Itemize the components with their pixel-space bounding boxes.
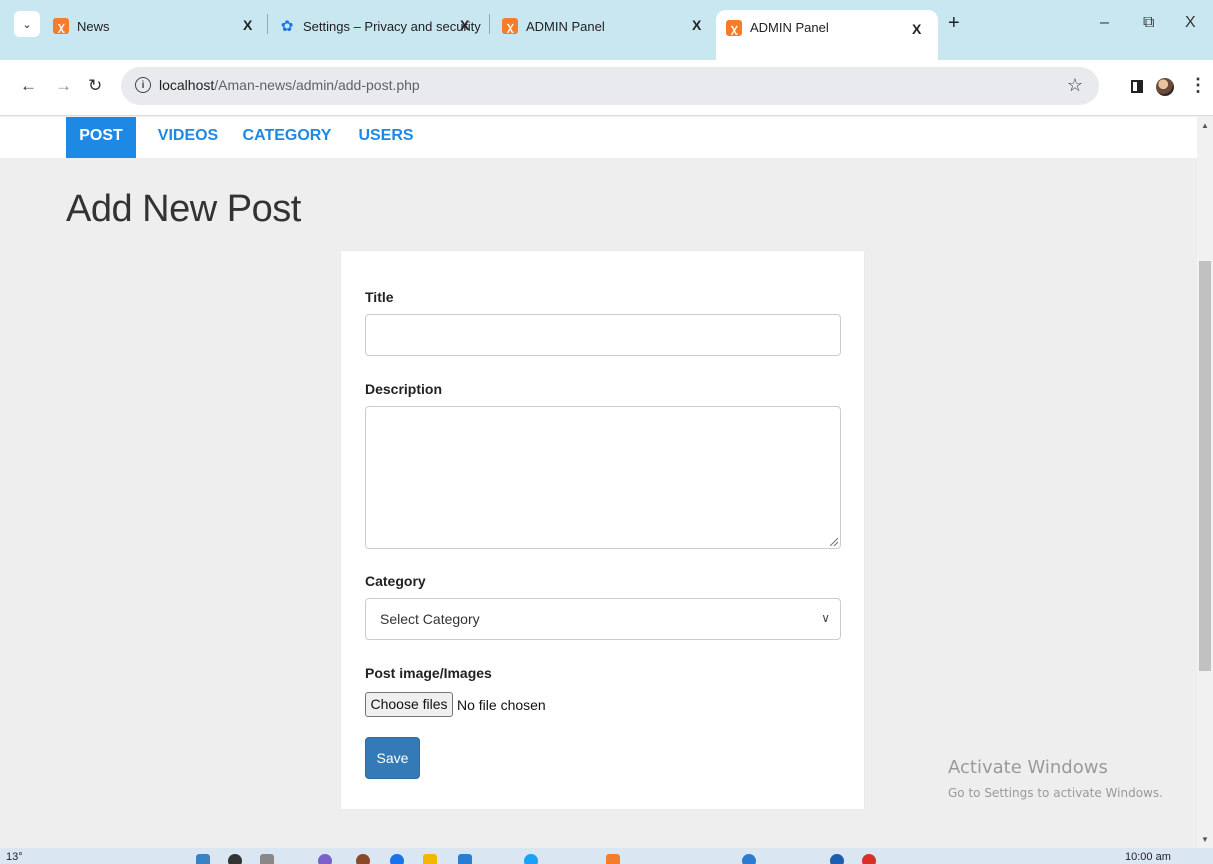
teams-icon[interactable] bbox=[318, 854, 332, 864]
page-title: Add New Post bbox=[66, 188, 301, 230]
chevron-down-icon: ⌄ bbox=[22, 18, 32, 31]
search-icon[interactable] bbox=[228, 854, 242, 864]
nav-post[interactable]: POST bbox=[66, 117, 136, 158]
category-select[interactable]: Select Category ∨ bbox=[365, 598, 841, 640]
chrome-taskbar-icon[interactable] bbox=[742, 854, 756, 864]
recorder-icon[interactable] bbox=[862, 854, 876, 864]
start-icon[interactable] bbox=[196, 854, 210, 864]
tab-title: Settings – Privacy and security bbox=[303, 18, 481, 34]
tab-admin-panel[interactable]: ꭓ ADMIN Panel X bbox=[502, 8, 712, 44]
tab-title: ADMIN Panel bbox=[526, 18, 605, 34]
browser-tab-strip: ⌄ ꭓ News X ✿ Settings – Privacy and secu… bbox=[0, 0, 1213, 60]
close-icon[interactable]: X bbox=[460, 17, 469, 33]
admin-nav: POST VIDEOS CATEGORY USERS bbox=[0, 117, 1197, 158]
page-scrollbar[interactable]: ▲ ▼ bbox=[1197, 117, 1213, 848]
back-icon[interactable]: ← bbox=[20, 76, 37, 96]
url-host: localhost bbox=[159, 77, 215, 93]
window-close-button[interactable]: X bbox=[1185, 14, 1196, 32]
tab-title: ADMIN Panel bbox=[750, 20, 829, 35]
file-status-text: No file chosen bbox=[457, 697, 546, 713]
word-icon[interactable] bbox=[458, 854, 472, 864]
title-input[interactable] bbox=[365, 314, 841, 356]
forward-icon[interactable]: → bbox=[55, 76, 72, 96]
vscode-icon[interactable] bbox=[830, 854, 844, 864]
taskbar-clock[interactable]: 10:00 am bbox=[1125, 851, 1171, 863]
address-bar[interactable]: i localhost/Aman-news/admin/add-post.php… bbox=[121, 67, 1099, 105]
scroll-up-icon[interactable]: ▲ bbox=[1201, 121, 1209, 130]
add-post-form: Title Description Category Select Catego… bbox=[341, 251, 864, 809]
browser-icon[interactable] bbox=[524, 854, 538, 864]
resize-handle-icon[interactable] bbox=[830, 538, 838, 546]
tab-news[interactable]: ꭓ News X bbox=[53, 8, 263, 44]
chevron-down-icon: ∨ bbox=[821, 611, 830, 625]
xampp-taskbar-icon[interactable] bbox=[606, 854, 620, 864]
xampp-icon: ꭓ bbox=[726, 20, 742, 36]
tab-search-button[interactable]: ⌄ bbox=[14, 11, 40, 37]
choose-files-button[interactable]: Choose files bbox=[365, 692, 453, 717]
windows-taskbar: 13° 10:00 am bbox=[0, 848, 1213, 864]
bookmark-star-icon[interactable]: ☆ bbox=[1067, 75, 1083, 96]
nav-category[interactable]: CATEGORY bbox=[236, 117, 338, 158]
close-icon[interactable]: X bbox=[692, 17, 701, 33]
minimize-button[interactable]: – bbox=[1100, 14, 1109, 32]
watermark-line1: Activate Windows bbox=[948, 757, 1108, 778]
edge-icon[interactable] bbox=[390, 854, 404, 864]
gear-icon: ✿ bbox=[280, 17, 294, 35]
reload-icon[interactable]: ↻ bbox=[88, 76, 102, 96]
nav-users[interactable]: USERS bbox=[350, 117, 422, 158]
weather-widget[interactable]: 13° bbox=[6, 851, 23, 863]
restore-button[interactable]: ⧉ bbox=[1143, 14, 1154, 32]
description-label: Description bbox=[365, 381, 443, 397]
tab-title: News bbox=[77, 18, 110, 34]
side-panel-icon[interactable] bbox=[1131, 80, 1143, 93]
description-textarea[interactable] bbox=[365, 406, 841, 549]
close-icon[interactable]: X bbox=[912, 21, 921, 37]
info-icon[interactable]: i bbox=[135, 77, 151, 93]
tab-separator bbox=[489, 14, 490, 34]
save-button[interactable]: Save bbox=[365, 737, 420, 779]
nav-videos[interactable]: VIDEOS bbox=[146, 117, 230, 158]
category-selected-value: Select Category bbox=[380, 611, 480, 627]
xampp-icon: ꭓ bbox=[53, 18, 69, 34]
category-label: Category bbox=[365, 573, 426, 589]
profile-avatar[interactable] bbox=[1156, 78, 1174, 96]
url-path: /Aman-news/admin/add-post.php bbox=[214, 77, 420, 93]
new-tab-button[interactable]: + bbox=[948, 12, 960, 35]
watermark-line2: Go to Settings to activate Windows. bbox=[948, 786, 1163, 800]
xampp-icon: ꭓ bbox=[502, 18, 518, 34]
images-label: Post image/Images bbox=[365, 665, 492, 681]
close-icon[interactable]: X bbox=[243, 17, 252, 33]
app-icon[interactable] bbox=[356, 854, 370, 864]
tab-separator bbox=[267, 14, 268, 34]
activate-windows-watermark: Activate Windows Go to Settings to activ… bbox=[948, 757, 1163, 800]
scrollbar-thumb[interactable] bbox=[1199, 261, 1211, 671]
file-explorer-icon[interactable] bbox=[423, 854, 437, 864]
tab-settings[interactable]: ✿ Settings – Privacy and security X bbox=[279, 8, 489, 44]
tab-admin-panel-active[interactable]: ꭓ ADMIN Panel X bbox=[716, 10, 938, 60]
title-label: Title bbox=[365, 289, 394, 305]
browser-toolbar: ← → ↻ i localhost/Aman-news/admin/add-po… bbox=[0, 60, 1213, 116]
task-view-icon[interactable] bbox=[260, 854, 274, 864]
scroll-down-icon[interactable]: ▼ bbox=[1201, 835, 1209, 844]
menu-kebab-icon[interactable]: ⋮ bbox=[1189, 75, 1207, 96]
url-text: localhost/Aman-news/admin/add-post.php bbox=[159, 77, 420, 93]
